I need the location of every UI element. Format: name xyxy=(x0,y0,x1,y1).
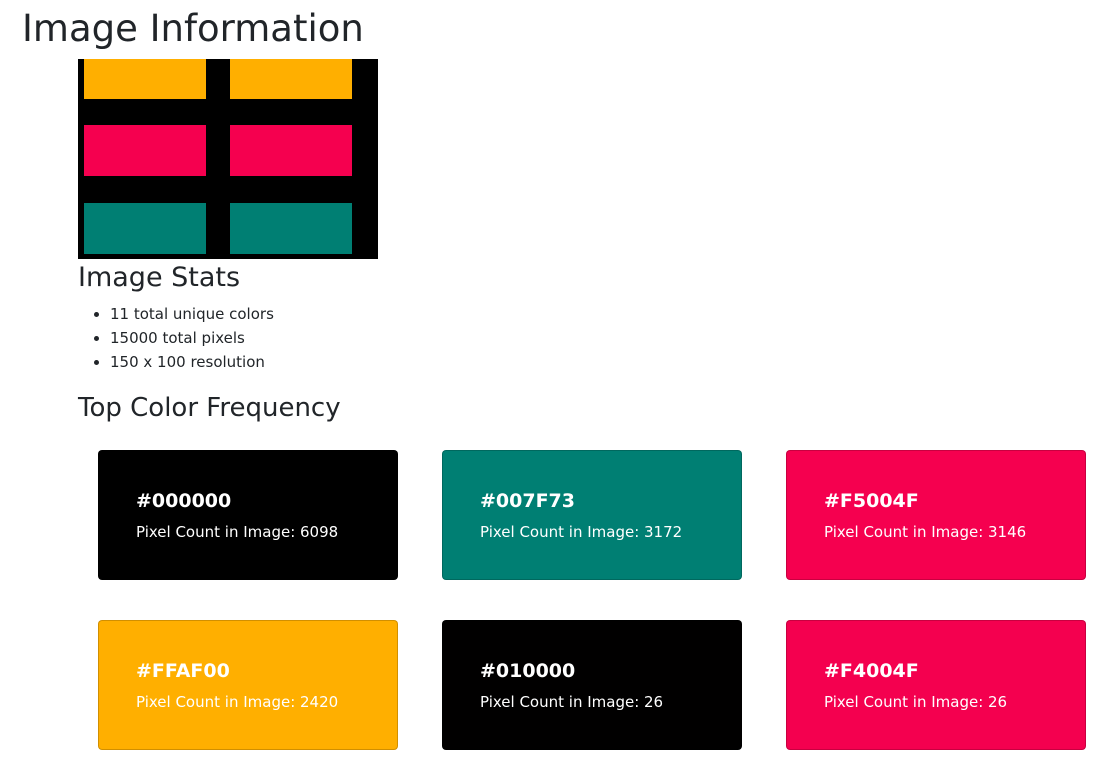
color-hex: #F4004F xyxy=(824,660,919,682)
stat-unique-colors: 11 total unique colors xyxy=(110,302,274,326)
color-card: #007F73 Pixel Count in Image: 3172 xyxy=(442,450,742,580)
image-preview xyxy=(78,59,378,259)
pixel-count: Pixel Count in Image: 2420 xyxy=(136,693,339,711)
top-color-frequency-heading: Top Color Frequency xyxy=(78,393,341,423)
image-stats-heading: Image Stats xyxy=(78,262,241,293)
color-hex: #007F73 xyxy=(480,490,575,512)
pixel-count: Pixel Count in Image: 6098 xyxy=(136,523,339,541)
pixel-count: Pixel Count in Image: 3146 xyxy=(824,523,1027,541)
pixel-count: Pixel Count in Image: 3172 xyxy=(480,523,683,541)
color-card: #000000 Pixel Count in Image: 6098 xyxy=(98,450,398,580)
stat-resolution: 150 x 100 resolution xyxy=(110,350,274,374)
color-hex: #F5004F xyxy=(824,490,919,512)
preview-block-row3-right xyxy=(230,203,352,254)
color-hex: #FFAF00 xyxy=(136,660,230,682)
color-card: #F5004F Pixel Count in Image: 3146 xyxy=(786,450,1086,580)
preview-block-row2-left xyxy=(84,125,206,176)
image-stats-list: 11 total unique colors 15000 total pixel… xyxy=(78,302,274,374)
color-card: #010000 Pixel Count in Image: 26 xyxy=(442,620,742,750)
color-hex: #010000 xyxy=(480,660,576,682)
preview-block-row1-right xyxy=(230,59,352,99)
color-card: #F4004F Pixel Count in Image: 26 xyxy=(786,620,1086,750)
pixel-count: Pixel Count in Image: 26 xyxy=(824,693,1008,711)
preview-block-row2-right xyxy=(230,125,352,176)
preview-block-row1-left xyxy=(84,59,206,99)
color-hex: #000000 xyxy=(136,490,232,512)
page-title: Image Information xyxy=(22,7,364,50)
color-card: #FFAF00 Pixel Count in Image: 2420 xyxy=(98,620,398,750)
preview-block-row3-left xyxy=(84,203,206,254)
stat-total-pixels: 15000 total pixels xyxy=(110,326,274,350)
pixel-count: Pixel Count in Image: 26 xyxy=(480,693,664,711)
